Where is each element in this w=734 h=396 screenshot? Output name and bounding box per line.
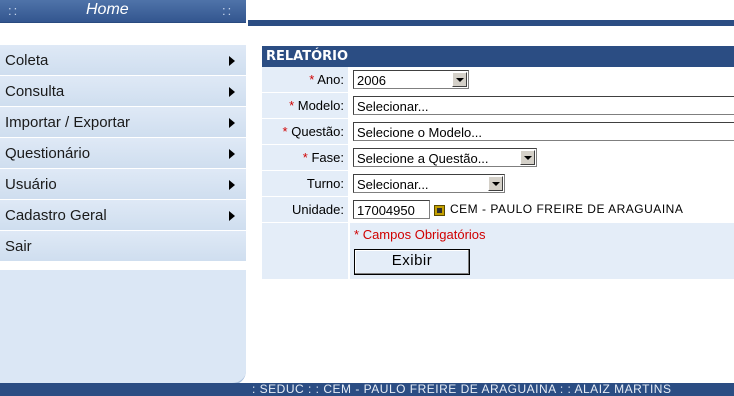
menu-item-consulta[interactable]: Consulta bbox=[0, 76, 246, 107]
footer-bar: : SEDUC : : CEM - PAULO FREIRE DE ARAGUA… bbox=[0, 383, 734, 396]
required-asterisk: * bbox=[354, 227, 360, 242]
school-lookup-icon[interactable] bbox=[434, 205, 445, 216]
row-fase: * Fase: Selecione a Questão... bbox=[262, 145, 734, 171]
row-unidade: Unidade: 17004950 CEM - PAULO FREIRE DE … bbox=[262, 197, 734, 223]
chevron-down-icon[interactable] bbox=[452, 72, 467, 87]
menu-item-sair[interactable]: Sair bbox=[0, 231, 246, 262]
form-title: RELATÓRIO bbox=[262, 46, 734, 67]
unidade-field-cell: 17004950 CEM - PAULO FREIRE DE ARAGUAINA bbox=[350, 197, 734, 222]
submenu-arrow-icon bbox=[229, 149, 235, 159]
unidade-label: Unidade: bbox=[262, 197, 348, 222]
menu-item-label: Questionário bbox=[5, 145, 91, 162]
fase-field-cell: Selecione a Questão... bbox=[350, 145, 734, 170]
questao-label: * Questão: bbox=[262, 119, 348, 144]
submenu-arrow-icon bbox=[229, 56, 235, 66]
menu-item-cadastro-geral[interactable]: Cadastro Geral bbox=[0, 200, 246, 231]
sidebar-menu: :: Home :: Coleta Consulta Importar / Ex… bbox=[0, 0, 248, 385]
menu-item-questionario[interactable]: Questionário bbox=[0, 138, 246, 169]
home-bar[interactable]: :: Home :: bbox=[0, 0, 246, 23]
menu-list: Coleta Consulta Importar / Exportar Ques… bbox=[0, 45, 246, 262]
submenu-arrow-icon bbox=[229, 211, 235, 221]
turno-field-cell: Selecionar... bbox=[350, 171, 734, 196]
row-questao: * Questão: Selecione o Modelo... bbox=[262, 119, 734, 145]
modelo-label: * Modelo: bbox=[262, 93, 348, 118]
modelo-field-cell: Selecionar... bbox=[350, 93, 734, 118]
input-value: 17004950 bbox=[357, 203, 415, 218]
form-actions: * Campos Obrigatórios Exibir bbox=[262, 223, 734, 279]
fase-select[interactable]: Selecione a Questão... bbox=[353, 148, 537, 167]
ano-label: * Ano: bbox=[262, 67, 348, 92]
row-ano: * Ano: 2006 bbox=[262, 67, 734, 93]
menu-item-label: Cadastro Geral bbox=[5, 207, 107, 224]
select-value: Selecionar... bbox=[357, 99, 429, 114]
exibir-button[interactable]: Exibir bbox=[354, 249, 470, 275]
menu-item-label: Usuário bbox=[5, 176, 57, 193]
submenu-arrow-icon bbox=[229, 87, 235, 97]
actions-field-cell: * Campos Obrigatórios Exibir bbox=[350, 223, 734, 279]
menu-panel-background bbox=[0, 270, 246, 385]
ano-field-cell: 2006 bbox=[350, 67, 734, 92]
questao-select[interactable]: Selecione o Modelo... bbox=[353, 122, 734, 141]
select-value: 2006 bbox=[357, 73, 386, 88]
menu-item-label: Consulta bbox=[5, 83, 65, 100]
menu-item-label: Importar / Exportar bbox=[5, 114, 131, 131]
ano-select[interactable]: 2006 bbox=[353, 70, 469, 89]
footer-text: : SEDUC : : CEM - PAULO FREIRE DE ARAGUA… bbox=[252, 383, 672, 396]
unidade-name: CEM - PAULO FREIRE DE ARAGUAINA bbox=[450, 202, 684, 216]
questao-field-cell: Selecione o Modelo... bbox=[350, 119, 734, 144]
label-text: Modelo: bbox=[297, 98, 344, 113]
menu-item-importar-exportar[interactable]: Importar / Exportar bbox=[0, 107, 246, 138]
chevron-down-icon[interactable] bbox=[488, 176, 503, 191]
home-link[interactable]: Home bbox=[86, 1, 129, 19]
select-value: Selecione a Questão... bbox=[357, 151, 489, 166]
submenu-arrow-icon bbox=[229, 118, 235, 128]
menu-item-usuario[interactable]: Usuário bbox=[0, 169, 246, 200]
required-asterisk: * bbox=[302, 150, 308, 165]
home-dots-right-icon: :: bbox=[222, 3, 234, 18]
label-text: Ano: bbox=[317, 72, 344, 87]
label-text: Questão: bbox=[291, 124, 344, 139]
row-turno: Turno: Selecionar... bbox=[262, 171, 734, 197]
label-text: Fase: bbox=[311, 150, 344, 165]
chevron-down-icon[interactable] bbox=[520, 150, 535, 165]
select-value: Selecione o Modelo... bbox=[357, 125, 483, 140]
unidade-code-input[interactable]: 17004950 bbox=[353, 200, 430, 219]
modelo-select[interactable]: Selecionar... bbox=[353, 96, 734, 115]
menu-item-label: Sair bbox=[5, 238, 32, 255]
turno-label: Turno: bbox=[262, 171, 348, 196]
fase-label: * Fase: bbox=[262, 145, 348, 170]
required-asterisk: * bbox=[282, 124, 288, 139]
row-modelo: * Modelo: Selecionar... bbox=[262, 93, 734, 119]
required-asterisk: * bbox=[309, 72, 315, 87]
turno-select[interactable]: Selecionar... bbox=[353, 174, 505, 193]
menu-item-label: Coleta bbox=[5, 52, 49, 69]
required-note-text: Campos Obrigatórios bbox=[362, 227, 486, 242]
select-value: Selecionar... bbox=[357, 177, 429, 192]
label-text: Unidade: bbox=[291, 202, 344, 217]
label-text: Turno: bbox=[306, 176, 344, 191]
required-note: * Campos Obrigatórios bbox=[354, 227, 486, 242]
submenu-arrow-icon bbox=[229, 180, 235, 190]
actions-label-cell bbox=[262, 223, 348, 279]
required-asterisk: * bbox=[289, 98, 295, 113]
report-form: RELATÓRIO * Ano: 2006 * Modelo: Selecion… bbox=[262, 46, 734, 334]
menu-item-coleta[interactable]: Coleta bbox=[0, 45, 246, 76]
header-divider bbox=[248, 20, 734, 26]
home-dots-left-icon: :: bbox=[8, 3, 20, 18]
